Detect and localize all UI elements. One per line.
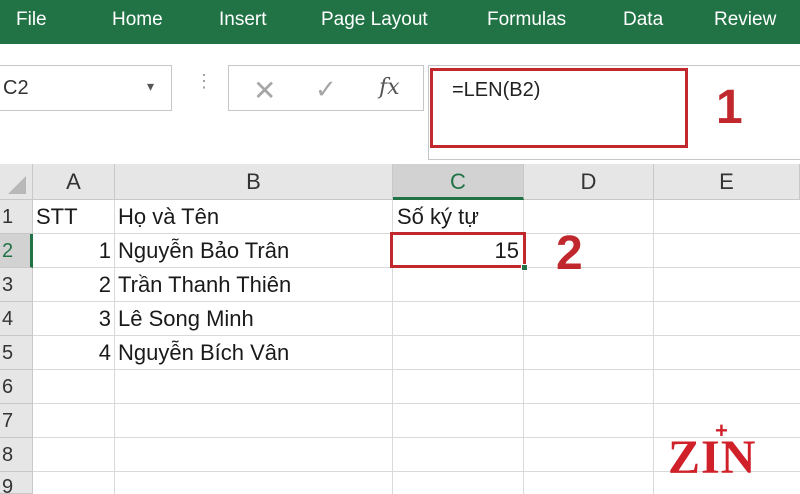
column-header-d[interactable]: D xyxy=(524,164,654,200)
cell-a3[interactable]: 2 xyxy=(33,268,111,302)
row-header-4[interactable]: 4 xyxy=(0,302,33,336)
formula-highlight-box xyxy=(430,68,688,148)
row-header-9[interactable]: 9 xyxy=(0,472,33,494)
row-header-2[interactable]: 2 xyxy=(0,234,33,268)
row-header-1[interactable]: 1 xyxy=(0,200,33,234)
row-header-3[interactable]: 3 xyxy=(0,268,33,302)
tab-file[interactable]: File xyxy=(16,6,47,34)
tab-formulas[interactable]: Formulas xyxy=(487,6,566,34)
column-header-c[interactable]: C xyxy=(393,164,524,200)
column-header-a[interactable]: A xyxy=(33,164,115,200)
formula-buttons: ✕ ✓ fx xyxy=(228,65,424,111)
row-header-7[interactable]: 7 xyxy=(0,404,33,438)
cell-b5[interactable]: Nguyễn Bích Vân xyxy=(118,336,392,370)
cell-a5[interactable]: 4 xyxy=(33,336,111,370)
cancel-icon[interactable]: ✕ xyxy=(253,74,276,107)
cell-b1[interactable]: Họ và Tên xyxy=(118,200,392,234)
cell-b3[interactable]: Trần Thanh Thiên xyxy=(118,268,392,302)
name-box[interactable]: C2 ▾ xyxy=(0,65,172,111)
gridline xyxy=(653,200,654,494)
cell-a2[interactable]: 1 xyxy=(33,234,111,268)
column-header-b[interactable]: B xyxy=(115,164,393,200)
formula-bar-resize-handle[interactable]: ⋮ xyxy=(195,72,213,90)
select-all-button[interactable] xyxy=(0,164,33,200)
zin-logo: ZIN + xyxy=(668,418,780,484)
cell-a1[interactable]: STT xyxy=(36,200,114,234)
tab-page-layout[interactable]: Page Layout xyxy=(321,6,428,34)
row-header-6[interactable]: 6 xyxy=(0,370,33,404)
result-highlight-box xyxy=(390,232,526,268)
tab-home[interactable]: Home xyxy=(112,6,163,34)
cell-b4[interactable]: Lê Song Minh xyxy=(118,302,392,336)
tab-insert[interactable]: Insert xyxy=(219,6,267,34)
name-box-value: C2 xyxy=(3,77,29,99)
callout-number-2: 2 xyxy=(556,227,583,280)
cell-a4[interactable]: 3 xyxy=(33,302,111,336)
chevron-down-icon[interactable]: ▾ xyxy=(147,78,154,95)
tab-review[interactable]: Review xyxy=(714,6,776,34)
gridline xyxy=(33,403,800,404)
row-header-8[interactable]: 8 xyxy=(0,438,33,472)
tab-data[interactable]: Data xyxy=(623,6,663,34)
plus-icon: + xyxy=(715,418,728,443)
row-header-5[interactable]: 5 xyxy=(0,336,33,370)
enter-icon[interactable]: ✓ xyxy=(315,74,337,105)
cell-c1[interactable]: Số ký tự xyxy=(397,200,523,234)
select-all-icon xyxy=(8,176,26,194)
cell-b2[interactable]: Nguyễn Bảo Trân xyxy=(118,234,392,268)
gridline xyxy=(114,200,115,494)
column-header-e[interactable]: E xyxy=(654,164,800,200)
logo-text: ZIN xyxy=(668,431,757,484)
fill-handle[interactable] xyxy=(521,264,528,271)
insert-function-icon[interactable]: fx xyxy=(379,75,400,100)
ribbon-menu-bar: File Home Insert Page Layout Formulas Da… xyxy=(0,0,800,44)
callout-number-1: 1 xyxy=(716,81,743,134)
